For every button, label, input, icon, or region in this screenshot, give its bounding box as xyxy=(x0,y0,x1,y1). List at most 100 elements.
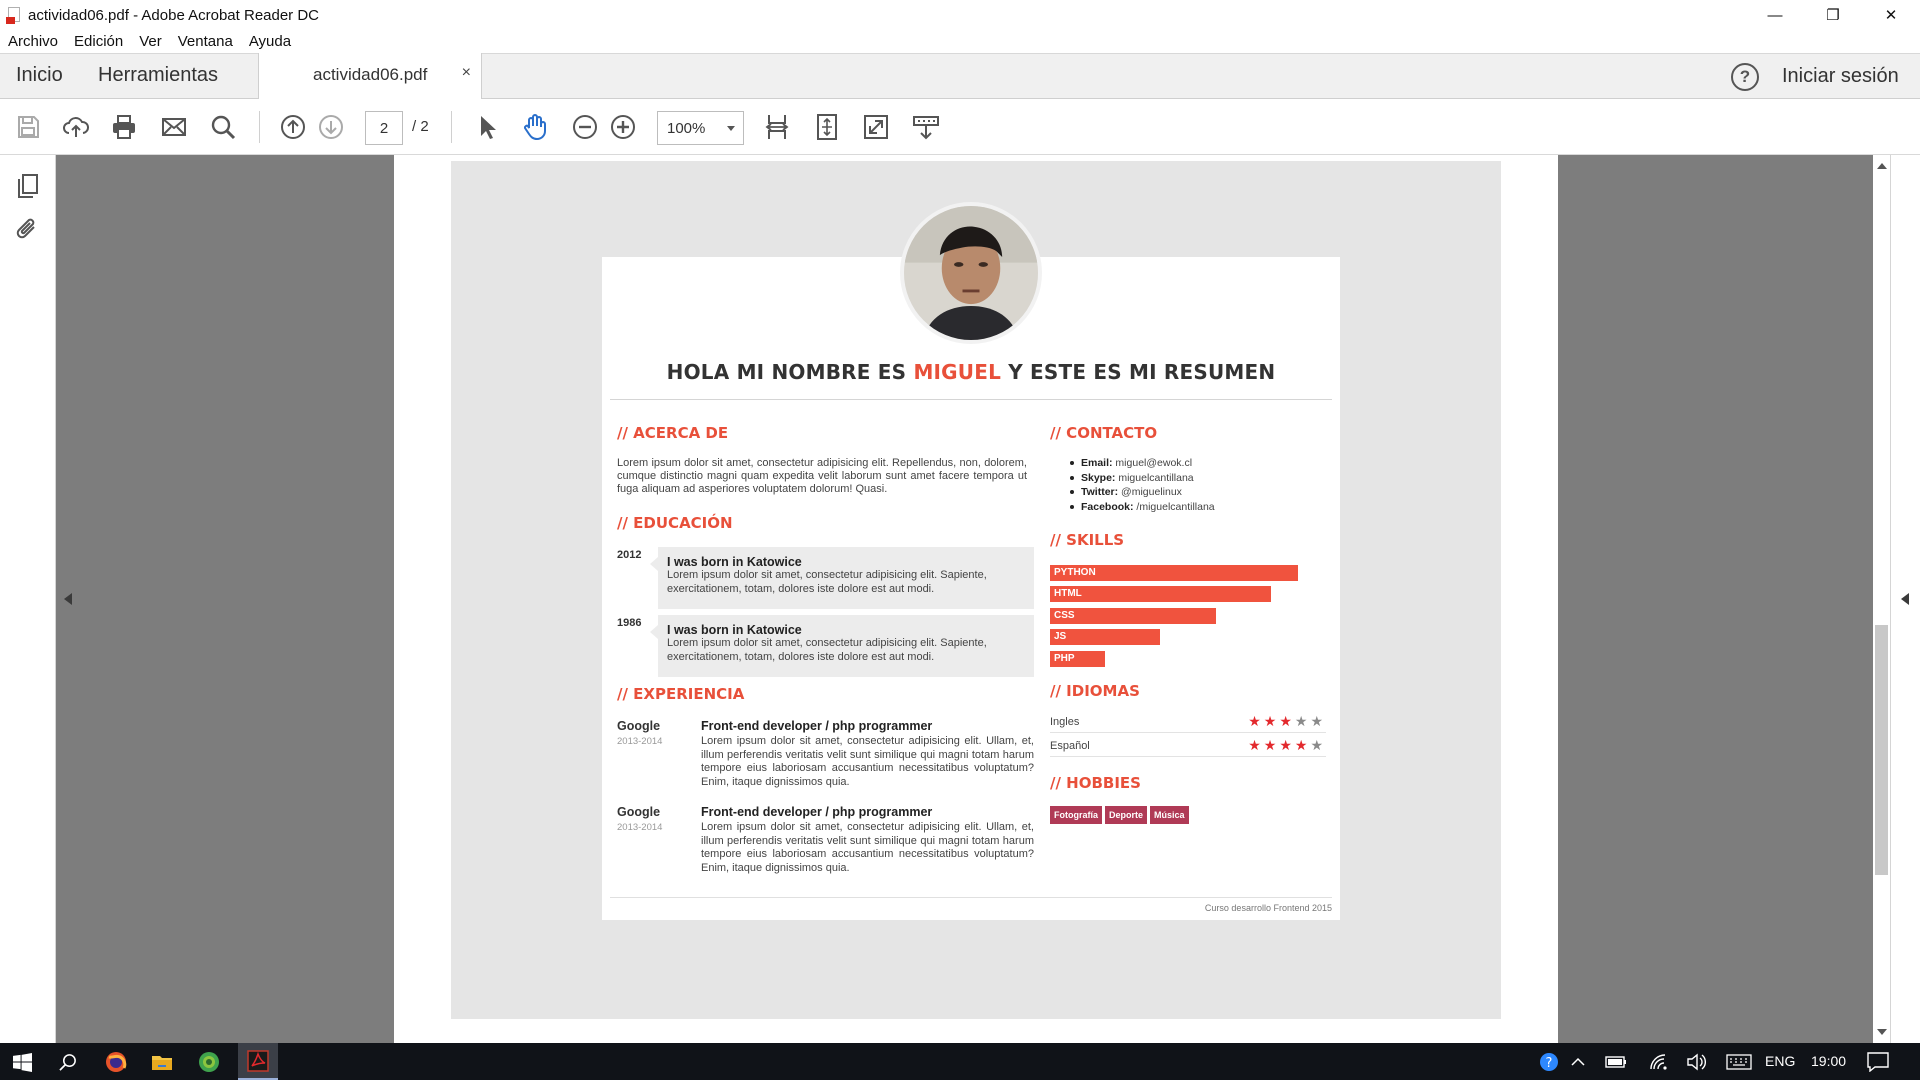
collapse-left-pane-button[interactable] xyxy=(56,155,83,1043)
fullscreen-icon[interactable] xyxy=(861,112,891,142)
svg-text:?: ? xyxy=(1546,1056,1553,1071)
page-thumbnails-icon[interactable] xyxy=(14,172,42,200)
skill-bar: PHP xyxy=(1050,651,1105,667)
vertical-scrollbar[interactable] xyxy=(1873,155,1890,1043)
menu-edicion[interactable]: Edición xyxy=(74,33,123,50)
search-icon[interactable] xyxy=(52,1047,84,1077)
experience-heading: // EXPERIENCIA xyxy=(617,685,745,703)
close-window-button[interactable]: ✕ xyxy=(1862,0,1920,30)
hobby-tag: Música xyxy=(1150,806,1189,824)
acrobat-pdf-icon xyxy=(6,6,22,24)
battery-icon[interactable] xyxy=(1600,1047,1632,1077)
windows-start-icon[interactable] xyxy=(6,1047,38,1077)
fit-page-icon[interactable] xyxy=(812,112,842,142)
right-pane-toggle[interactable] xyxy=(1890,155,1920,1043)
language-name: Ingles xyxy=(1050,716,1080,728)
experience-desc: Lorem ipsum dolor sit amet, consectetur … xyxy=(701,821,1034,874)
fit-width-icon[interactable] xyxy=(762,112,792,142)
star-filled-icon: ★ xyxy=(1279,713,1295,729)
experience-role: Front-end developer / php programmer xyxy=(701,719,933,733)
footer-divider xyxy=(610,897,1332,898)
tab-document[interactable]: actividad06.pdf × xyxy=(258,53,482,100)
experience-role: Front-end developer / php programmer xyxy=(701,805,933,819)
notifications-icon[interactable] xyxy=(1862,1047,1894,1077)
menu-archivo[interactable]: Archivo xyxy=(8,33,58,50)
sign-in-button[interactable]: Iniciar sesión xyxy=(1782,65,1899,88)
menu-ayuda[interactable]: Ayuda xyxy=(249,33,291,50)
contact-heading: // CONTACTO xyxy=(1050,424,1158,442)
experience-years: 2013-2014 xyxy=(617,822,663,833)
hobby-tag: Deporte xyxy=(1105,806,1148,824)
title-prefix: HOLA MI NOMBRE ES xyxy=(666,360,914,384)
read-mode-icon[interactable] xyxy=(911,112,941,142)
upload-icon[interactable] xyxy=(61,112,91,142)
page-number-input[interactable]: 2 xyxy=(365,111,403,145)
hand-icon[interactable] xyxy=(520,112,550,142)
about-text: Lorem ipsum dolor sit amet, consectetur … xyxy=(617,457,1027,495)
star-rating-icon: ★★★★★ xyxy=(1248,737,1326,754)
mail-icon[interactable] xyxy=(159,112,189,142)
education-heading: // EDUCACIÓN xyxy=(617,514,733,532)
page-up-icon[interactable] xyxy=(278,112,308,142)
scroll-thumb[interactable] xyxy=(1875,625,1888,875)
tab-home[interactable]: Inicio xyxy=(16,64,63,87)
experience-company: Google xyxy=(617,719,661,733)
clock[interactable]: 19:00 xyxy=(1811,1053,1846,1069)
title-bar: actividad06.pdf - Adobe Acrobat Reader D… xyxy=(0,0,1920,30)
title-name: MIGUEL xyxy=(913,360,1002,384)
title-divider xyxy=(610,399,1332,400)
wifi-icon[interactable] xyxy=(1643,1047,1675,1077)
skill-bar: CSS xyxy=(1050,608,1216,624)
attachment-icon[interactable] xyxy=(14,215,42,243)
window-title: actividad06.pdf - Adobe Acrobat Reader D… xyxy=(28,6,320,24)
search-icon[interactable] xyxy=(208,112,238,142)
star-filled-icon: ★ xyxy=(1263,713,1280,729)
menu-ver[interactable]: Ver xyxy=(139,33,162,50)
restore-button[interactable]: ❐ xyxy=(1804,0,1862,30)
help-tray-icon[interactable]: ? xyxy=(1533,1047,1565,1077)
skill-bar: PYTHON xyxy=(1050,565,1298,581)
input-language[interactable]: ENG xyxy=(1765,1053,1795,1069)
file-explorer-icon[interactable] xyxy=(146,1047,178,1077)
acrobat-taskbar-item[interactable] xyxy=(238,1043,278,1080)
print-icon[interactable] xyxy=(109,112,139,142)
scroll-down-icon[interactable] xyxy=(1877,1029,1887,1035)
zoom-value: 100% xyxy=(667,120,706,137)
help-icon[interactable]: ? xyxy=(1731,63,1759,91)
keyboard-icon[interactable] xyxy=(1723,1047,1755,1077)
left-navigation-pane xyxy=(0,155,56,1043)
education-item: I was born in Katowice Lorem ipsum dolor… xyxy=(650,547,1034,609)
experience-company: Google xyxy=(617,805,661,819)
skills-heading: // SKILLS xyxy=(1050,531,1125,549)
hobbies-heading: // HOBBIES xyxy=(1050,774,1141,792)
star-empty-icon: ★ xyxy=(1310,737,1326,753)
toolbar: 2 / 2 100% xyxy=(0,99,1920,155)
zoom-in-icon[interactable] xyxy=(608,112,638,142)
chevron-up-icon[interactable] xyxy=(1562,1047,1594,1077)
chevron-left-icon xyxy=(1901,593,1909,605)
tab-tools[interactable]: Herramientas xyxy=(98,64,218,87)
close-tab-icon[interactable]: × xyxy=(462,64,471,82)
select-icon[interactable] xyxy=(472,112,502,142)
education-desc: Lorem ipsum dolor sit amet, consectetur … xyxy=(667,637,987,663)
education-year: 2012 xyxy=(617,549,642,561)
zoom-out-icon[interactable] xyxy=(570,112,600,142)
star-filled-icon: ★ xyxy=(1248,713,1264,729)
save-icon[interactable] xyxy=(13,112,43,142)
skill-bar: JS xyxy=(1050,629,1160,645)
education-item: I was born in Katowice Lorem ipsum dolor… xyxy=(650,615,1034,677)
minimize-button[interactable]: — xyxy=(1746,0,1804,30)
scroll-up-icon[interactable] xyxy=(1877,163,1887,169)
acrobat-icon xyxy=(247,1050,269,1072)
star-empty-icon: ★ xyxy=(1294,713,1311,729)
education-desc: Lorem ipsum dolor sit amet, consectetur … xyxy=(667,569,987,595)
firefox-icon[interactable] xyxy=(100,1047,132,1077)
language-row: Ingles ★★★★★ xyxy=(1050,711,1326,733)
contact-facebook: Facebook: /miguelcantillana xyxy=(1066,500,1316,515)
menu-ventana[interactable]: Ventana xyxy=(178,33,233,50)
zoom-select[interactable]: 100% xyxy=(657,111,744,145)
page-down-icon[interactable] xyxy=(316,112,346,142)
contact-email: Email: miguel@ewok.cl xyxy=(1066,456,1316,471)
chrome-icon[interactable] xyxy=(193,1047,225,1077)
volume-icon[interactable] xyxy=(1680,1047,1712,1077)
